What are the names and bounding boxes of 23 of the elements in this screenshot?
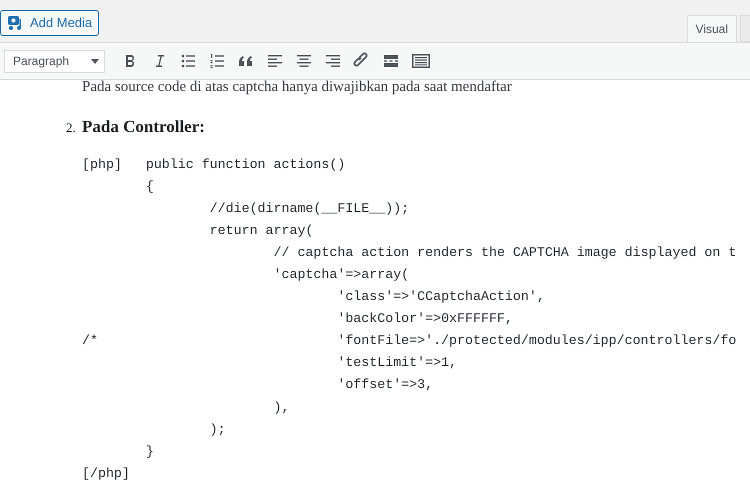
editor-tab[interactable]: Visual — [686, 15, 737, 42]
format-select[interactable]: Paragraph — [4, 50, 105, 72]
code-line: 'backColor'=>0xFFFFFF, — [336, 310, 513, 328]
keyboard-icon[interactable] — [410, 51, 432, 71]
add-media-button[interactable]: Add Media — [0, 10, 100, 36]
code-line: ); — [208, 420, 226, 439]
code-line: ), — [272, 398, 290, 417]
dropdown-caret-icon — [91, 58, 99, 64]
code-line: [/php] — [82, 464, 130, 483]
list-number: 2. — [66, 119, 77, 137]
code-line: { — [144, 178, 154, 196]
code-line: 'captcha'=>array( — [272, 266, 410, 284]
code-line: 'testLimit'=>1, — [336, 354, 458, 372]
code-line: [php] public function actions() — [82, 156, 346, 174]
list-heading: Pada Controller: — [82, 116, 205, 138]
paragraph-text: Pada source code di atas captcha hanya diwajibkan pada saat mendaftar — [82, 78, 513, 96]
code-line: //die(dirname(__FILE__)); — [208, 200, 410, 218]
code-line: } — [144, 442, 154, 461]
code-line: // captcha action renders the CAPTCHA image displayed on t — [272, 244, 736, 262]
code-line: /* 'fontFile=>'./protected/modules/ipp/controllers/fo — [82, 332, 736, 350]
code-line: 'offset'=>3, — [336, 376, 434, 394]
code-line: return array( — [208, 222, 314, 240]
code-line: 'class'=>'CCaptchaAction', — [336, 288, 545, 306]
